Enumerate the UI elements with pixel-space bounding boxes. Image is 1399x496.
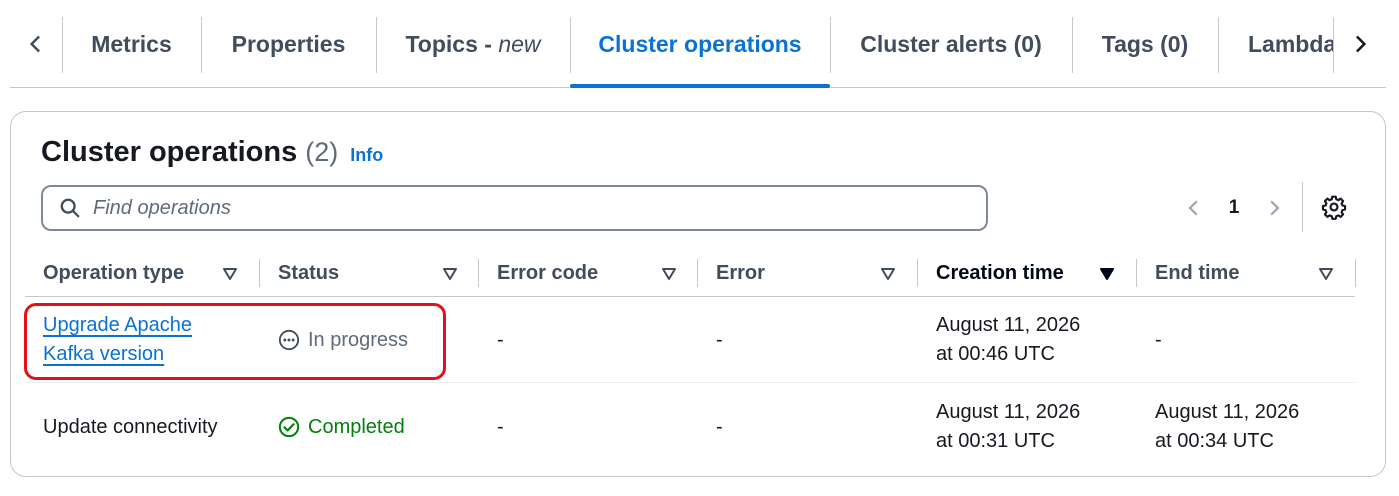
error-cell: - (716, 415, 723, 438)
previous-page-button[interactable] (1176, 188, 1212, 228)
chevron-left-icon (1188, 200, 1198, 216)
sort-icon[interactable] (880, 265, 896, 281)
operations-count: (2) (305, 137, 339, 167)
tab-properties[interactable]: Properties (201, 0, 376, 88)
column-header-operation-type[interactable]: Operation type (25, 249, 260, 297)
sort-icon[interactable] (222, 265, 238, 281)
pagination: 1 (1176, 188, 1292, 228)
column-header-error[interactable]: Error (698, 249, 918, 297)
scroll-tabs-right-button[interactable] (1334, 18, 1386, 70)
tab-topics[interactable]: Topics - new (376, 0, 570, 88)
operation-link-upgrade-kafka[interactable]: Upgrade Apache Kafka version (43, 314, 192, 365)
chevron-left-icon (29, 35, 41, 53)
panel-header: Cluster operations (2) Info (41, 136, 383, 169)
creation-time-cell: August 11, 2026 at 00:31 UTC (936, 401, 1081, 452)
tab-tags[interactable]: Tags (0) (1072, 0, 1218, 88)
in-progress-icon (278, 329, 300, 351)
sorted-descending-icon[interactable] (1099, 265, 1115, 281)
operation-type-cell: Update connectivity (43, 415, 218, 438)
search-box (41, 185, 988, 231)
error-cell: - (716, 328, 723, 351)
sort-icon[interactable] (442, 265, 458, 281)
end-time-cell: August 11, 2026 at 00:34 UTC (1155, 401, 1300, 452)
current-page-number[interactable]: 1 (1212, 197, 1256, 219)
page-title: Cluster operations (41, 136, 298, 168)
info-link[interactable]: Info (350, 145, 383, 166)
scroll-tabs-left-button[interactable] (10, 18, 62, 70)
status-cell: Completed (260, 384, 479, 470)
check-circle-icon (278, 416, 300, 438)
sort-icon[interactable] (1318, 265, 1334, 281)
tab-topics-new-label: new (498, 30, 541, 57)
search-icon (60, 198, 80, 218)
end-time-cell: - (1155, 328, 1162, 351)
error-code-cell: - (497, 328, 504, 351)
error-code-cell: - (497, 415, 504, 438)
next-page-button[interactable] (1256, 188, 1292, 228)
gear-icon (1321, 195, 1347, 220)
creation-time-cell: August 11, 2026 at 00:46 UTC (936, 314, 1081, 365)
status-cell: In progress (260, 297, 479, 383)
status-badge: In progress (278, 326, 408, 355)
sort-icon[interactable] (661, 265, 677, 281)
tab-lambda[interactable]: Lambda (1218, 0, 1334, 88)
operation-type-cell: Upgrade Apache Kafka version (25, 297, 260, 383)
table-header: Operation type Status Error code Error C… (25, 249, 1356, 297)
column-header-creation-time[interactable]: Creation time (918, 249, 1137, 297)
status-badge: Completed (278, 413, 405, 442)
cluster-operations-panel: Cluster operations (2) Info 1 Operation … (10, 111, 1386, 477)
tabs-list: Metrics Properties Topics - new Cluster … (62, 0, 1334, 88)
tab-metrics[interactable]: Metrics (62, 0, 201, 88)
search-input[interactable] (93, 196, 953, 220)
tab-bar: Metrics Properties Topics - new Cluster … (10, 0, 1386, 88)
column-header-status[interactable]: Status (260, 249, 479, 297)
tab-cluster-operations[interactable]: Cluster operations (570, 0, 830, 88)
chevron-right-icon (1355, 35, 1367, 53)
column-header-end-time[interactable]: End time (1137, 249, 1356, 297)
table-row: Update connectivity Completed - - August… (25, 384, 1355, 470)
column-header-error-code[interactable]: Error code (479, 249, 698, 297)
chevron-right-icon (1270, 200, 1280, 216)
tab-cluster-alerts[interactable]: Cluster alerts (0) (830, 0, 1072, 88)
table-row: Upgrade Apache Kafka version In progress … (25, 297, 1355, 383)
preferences-button[interactable] (1317, 190, 1351, 224)
